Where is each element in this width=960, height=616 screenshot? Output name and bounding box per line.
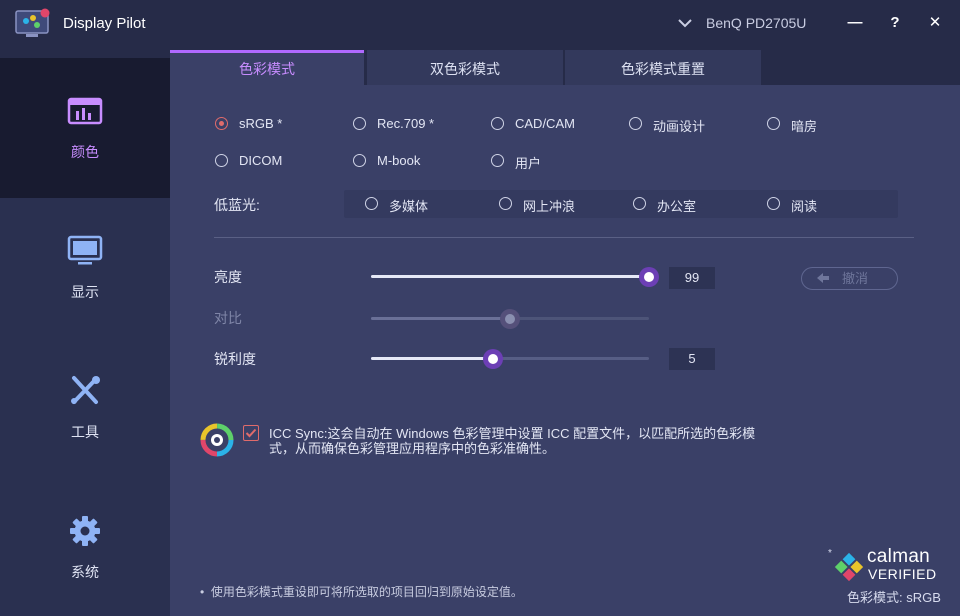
calman-verified: VERIFIED [868, 566, 937, 582]
radio-dot [491, 117, 504, 130]
radio-dot [767, 117, 780, 130]
sidebar-item-color[interactable]: 颜色 [0, 58, 170, 198]
tools-icon [66, 374, 104, 408]
sidebar-item-tools[interactable]: 工具 [0, 338, 170, 478]
help-button[interactable]: ? [884, 12, 906, 34]
sidebar-item-label: 颜色 [71, 144, 99, 160]
contrast-slider [371, 309, 649, 329]
sidebar-item-display[interactable]: 显示 [0, 198, 170, 338]
calman-verified-logo: * calman VERIFIED [828, 546, 943, 587]
radio-dot [491, 154, 504, 167]
sidebar-item-label: 显示 [71, 284, 99, 300]
sidebar-item-label: 工具 [71, 424, 99, 440]
slider-fill [371, 317, 510, 320]
app-logo-icon [14, 8, 52, 40]
sharpness-label: 锐利度 [214, 351, 256, 367]
contrast-label: 对比 [214, 310, 242, 326]
monitor-icon [66, 234, 104, 268]
chevron-down-icon[interactable] [676, 14, 694, 32]
current-mode-status: 色彩模式: sRGB [847, 590, 941, 605]
radio-dot [365, 197, 378, 210]
radio-dot [353, 154, 366, 167]
brightness-value[interactable]: 99 [669, 267, 715, 289]
sharpness-slider[interactable] [371, 349, 649, 369]
tab-bar: 色彩模式 双色彩模式 色彩模式重置 [170, 50, 960, 85]
sidebar-item-system[interactable]: 系统 [0, 478, 170, 616]
low-blue-light-label: 低蓝光: [214, 197, 260, 213]
footnote: • 使用色彩模式重设即可将所选取的项目回归到原始设定值。 [200, 583, 523, 600]
undo-button[interactable]: 撤消 [801, 267, 898, 290]
icc-sync-description: ICC Sync:这会自动在 Windows 色彩管理中设置 ICC 配置文件，… [269, 426, 756, 456]
slider-thumb[interactable] [639, 267, 659, 287]
radio-dot [353, 117, 366, 130]
brightness-label: 亮度 [214, 269, 242, 285]
icc-sync-icon [199, 422, 235, 458]
slider-fill [371, 357, 494, 360]
sharpness-value[interactable]: 5 [669, 348, 715, 370]
sidebar-item-label: 系统 [71, 564, 99, 580]
radio-dot [215, 154, 228, 167]
app-title: Display Pilot [63, 15, 146, 32]
chart-icon [66, 94, 104, 128]
section-divider [214, 237, 914, 238]
tab-color-mode-reset[interactable]: 色彩模式重置 [565, 50, 761, 85]
close-button[interactable]: ✕ [924, 12, 946, 34]
minimize-button[interactable]: — [844, 12, 866, 34]
icc-sync-checkbox[interactable] [243, 425, 259, 441]
radio-dot [215, 117, 228, 130]
bullet: • [200, 585, 211, 599]
radio-dot [633, 197, 646, 210]
monitor-selector[interactable]: BenQ PD2705U [706, 15, 806, 31]
brightness-slider[interactable] [371, 267, 659, 287]
tab-color-mode[interactable]: 色彩模式 [170, 50, 364, 85]
title-bar: Display Pilot BenQ PD2705U — ? ✕ [0, 0, 960, 48]
sidebar: 颜色 显示 工具 系统 [0, 58, 170, 616]
radio-dot [499, 197, 512, 210]
slider-fill [371, 275, 649, 278]
radio-dot [767, 197, 780, 210]
main-panel [170, 58, 960, 616]
calman-asterisk: * [828, 548, 832, 559]
calman-name: calman [867, 546, 931, 567]
radio-dot [629, 117, 642, 130]
tab-dual-color-mode[interactable]: 双色彩模式 [367, 50, 563, 85]
footnote-text: 使用色彩模式重设即可将所选取的项目回归到原始设定值。 [210, 585, 523, 599]
gear-icon [66, 514, 104, 548]
calman-diamond-icon [834, 552, 864, 587]
undo-arrow-icon [816, 268, 830, 295]
slider-thumb [500, 309, 520, 329]
